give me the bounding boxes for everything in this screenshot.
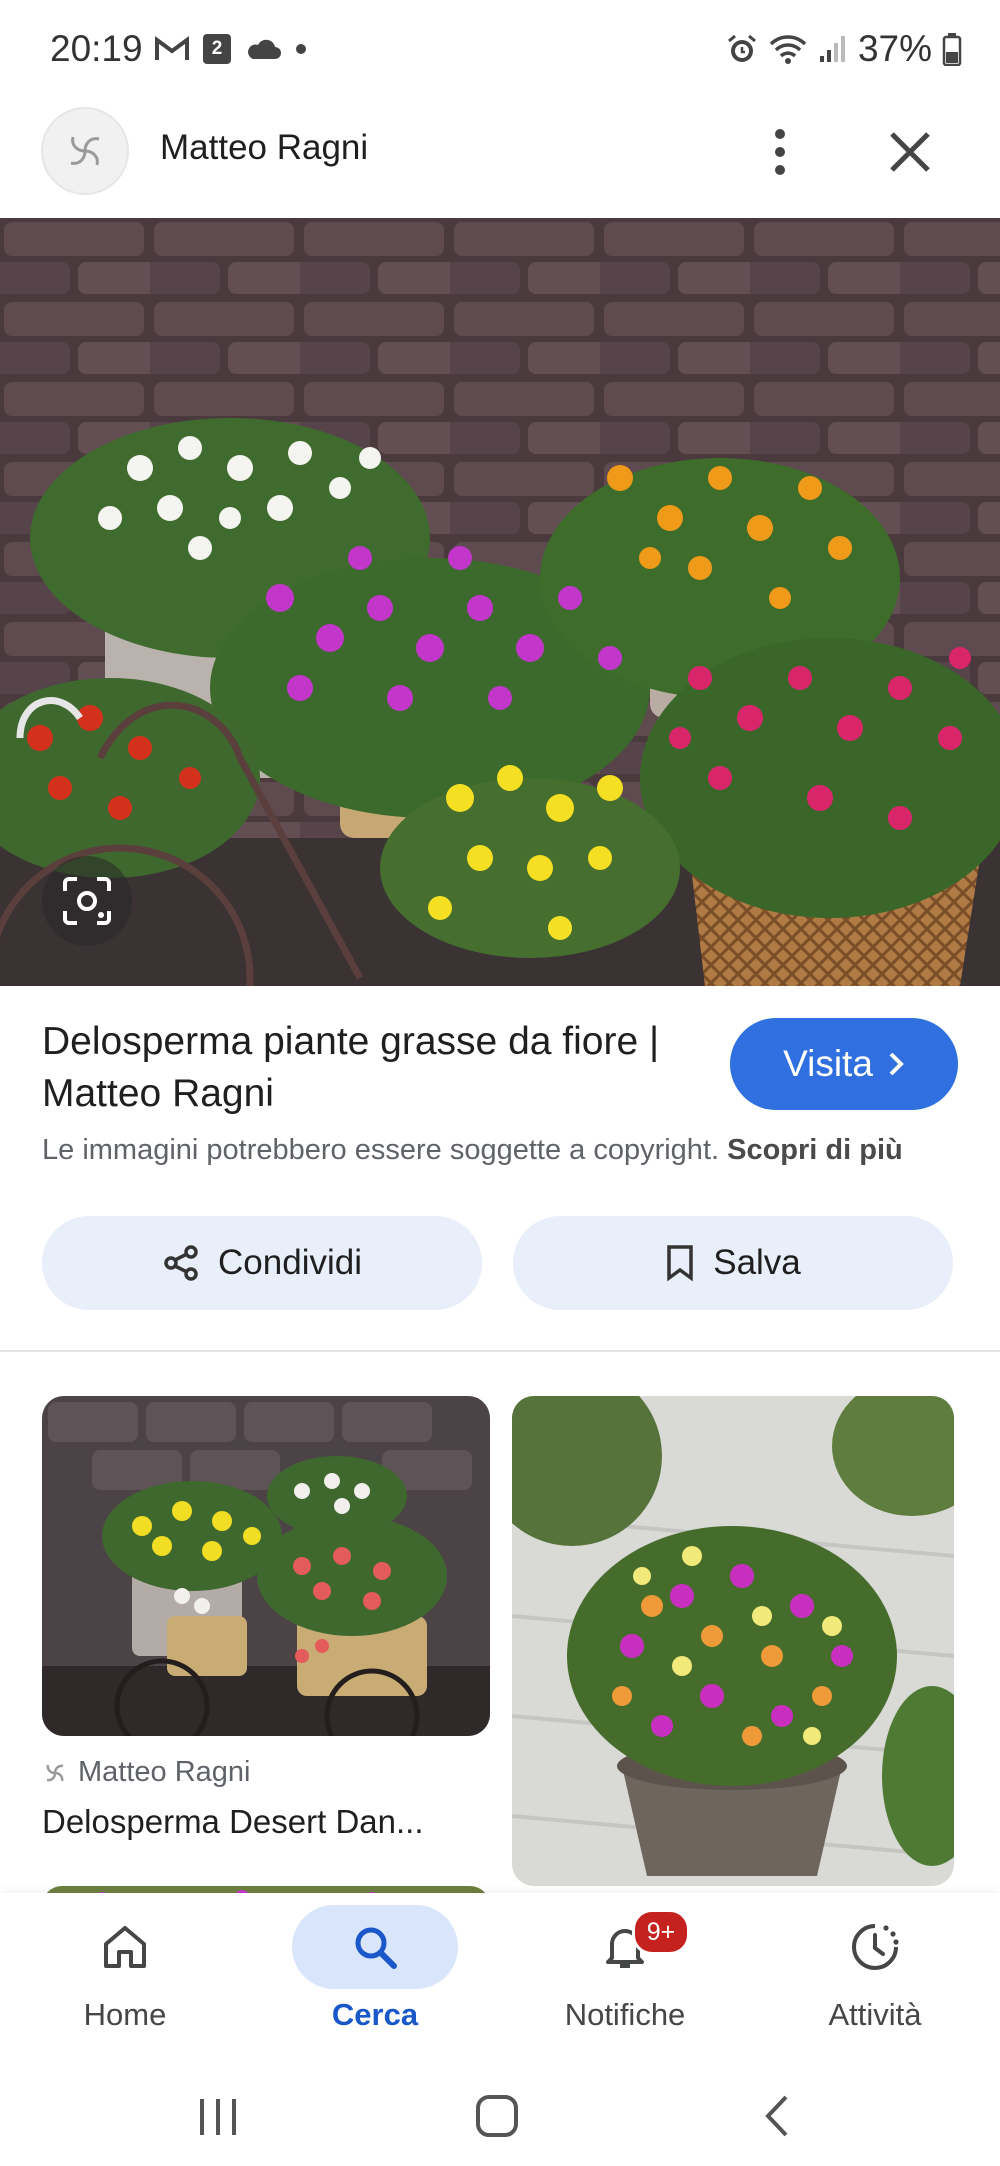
nav-home-label: Home xyxy=(83,1997,167,2032)
calendar-day: 2 xyxy=(211,38,223,59)
copyright-text: Le immagini potrebbero essere soggette a… xyxy=(42,1134,720,1166)
source-avatar[interactable] xyxy=(41,107,129,195)
gmail-icon xyxy=(155,36,189,60)
system-navigation-bar xyxy=(0,2073,1000,2166)
back-icon[interactable] xyxy=(760,2093,794,2139)
nav-notifications[interactable]: 9+ Notifiche xyxy=(500,1893,750,2073)
learn-more-link[interactable]: Scopri di più xyxy=(727,1134,903,1166)
flower-pots-photo xyxy=(0,218,1000,986)
battery-percent: 37% xyxy=(857,28,932,69)
bookmark-icon xyxy=(667,1245,693,1282)
save-label: Salva xyxy=(713,1243,801,1282)
alarm-icon xyxy=(727,34,756,62)
dot-icon xyxy=(296,44,306,54)
related-source-1[interactable]: Matteo Ragni xyxy=(42,1756,251,1789)
related-photo-1 xyxy=(42,1396,490,1736)
copyright-notice: Le immagini potrebbero essere soggette a… xyxy=(42,1134,903,1167)
bottom-navigation: Home Cerca 9+ Notifiche Attività xyxy=(0,1893,1000,2073)
share-label: Condividi xyxy=(218,1243,362,1282)
site-favicon-icon xyxy=(46,1764,64,1781)
related-source-name: Matteo Ragni xyxy=(78,1756,251,1788)
nav-activity[interactable]: Attività xyxy=(750,1893,1000,2073)
status-time: 20:19 xyxy=(50,28,143,69)
home-button-icon[interactable] xyxy=(474,2093,520,2139)
lens-button[interactable] xyxy=(42,856,132,946)
result-title[interactable]: Delosperma piante grasse da fiore | Matt… xyxy=(42,1016,682,1120)
share-icon xyxy=(164,1245,198,1281)
site-favicon-icon xyxy=(70,136,100,166)
cloud-icon xyxy=(248,39,281,59)
section-divider xyxy=(0,1350,1000,1352)
notification-badge: 9+ xyxy=(632,1909,690,1955)
related-title-1[interactable]: Delosperma Desert Dan... xyxy=(42,1803,492,1841)
visit-label: Visita xyxy=(783,1043,873,1084)
activity-icon xyxy=(852,1924,899,1970)
nav-activity-label: Attività xyxy=(828,1997,922,2032)
related-photo-2 xyxy=(512,1396,954,1886)
nav-notifications-label: Notifiche xyxy=(564,1997,686,2032)
more-vert-icon[interactable] xyxy=(760,122,800,182)
wifi-icon xyxy=(769,35,807,64)
save-button[interactable]: Salva xyxy=(513,1216,953,1310)
chevron-right-icon xyxy=(889,1052,904,1076)
nav-search-label: Cerca xyxy=(331,1997,419,2032)
battery-icon xyxy=(942,33,962,66)
nav-search[interactable]: Cerca xyxy=(250,1893,500,2073)
visit-button[interactable]: Visita xyxy=(730,1018,958,1110)
related-image-1[interactable] xyxy=(42,1396,490,1736)
recent-apps-icon[interactable] xyxy=(196,2095,240,2139)
search-icon xyxy=(355,1927,397,1969)
home-icon xyxy=(104,1926,146,1968)
calendar-icon: 2 xyxy=(203,34,231,64)
source-name[interactable]: Matteo Ragni xyxy=(160,128,368,168)
close-icon[interactable] xyxy=(880,122,940,182)
status-bar: 20:19 2 37% xyxy=(0,0,1000,100)
signal-icon xyxy=(819,36,845,62)
lens-icon xyxy=(63,877,111,925)
source-header: Matteo Ragni xyxy=(0,100,1000,218)
share-button[interactable]: Condividi xyxy=(42,1216,482,1310)
result-image[interactable] xyxy=(0,218,1000,986)
nav-home[interactable]: Home xyxy=(0,1893,250,2073)
related-image-2[interactable] xyxy=(512,1396,954,1886)
